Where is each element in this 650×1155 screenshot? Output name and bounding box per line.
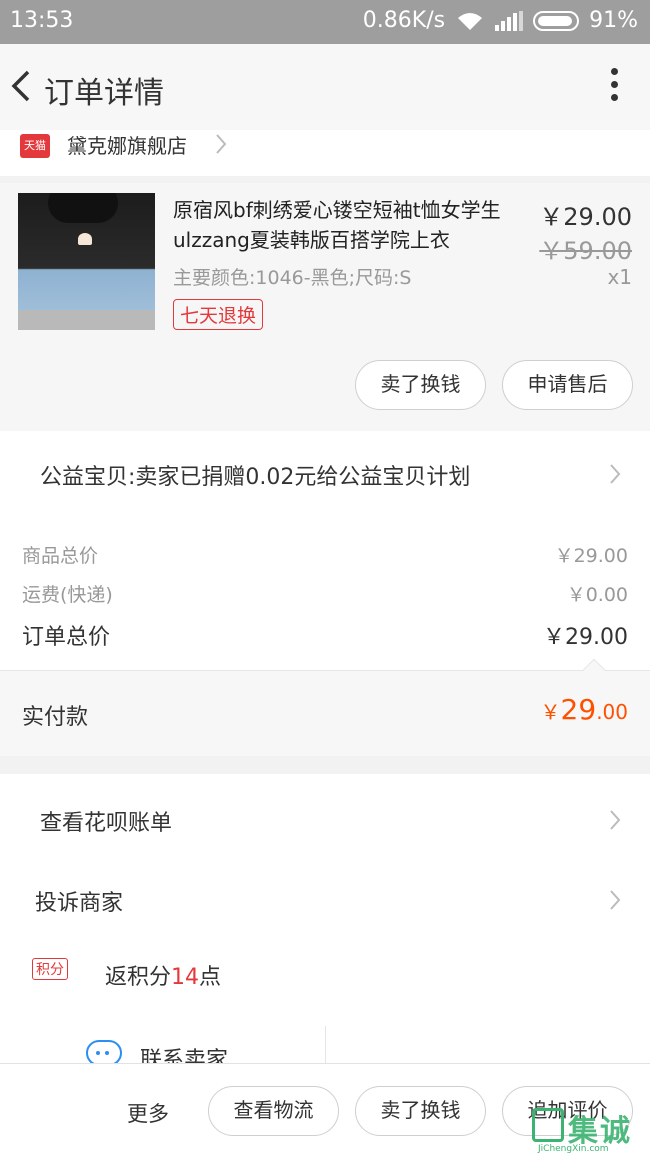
- complain-seller-item[interactable]: 投诉商家: [0, 858, 650, 938]
- network-speed: 0.86K/s: [362, 8, 446, 33]
- chevron-right-icon: [610, 890, 621, 910]
- original-price: ￥59.00: [539, 237, 632, 265]
- tmall-badge: 天猫: [20, 134, 50, 158]
- goods-total-value: ￥29.00: [554, 545, 628, 567]
- huabei-bill-item[interactable]: 查看花呗账单: [0, 778, 650, 858]
- sell-for-cash-bottom-button[interactable]: 卖了换钱: [355, 1086, 486, 1136]
- shipping-row: 运费(快递) ￥0.00: [22, 580, 628, 607]
- order-total-value: ￥29.00: [543, 625, 628, 650]
- battery-icon: [533, 10, 580, 31]
- status-time: 13:53: [10, 8, 74, 33]
- order-total-label: 订单总价: [22, 625, 111, 650]
- shipping-label: 运费(快递): [22, 584, 113, 606]
- chevron-right-icon: [610, 464, 621, 484]
- watermark: 集诚信 JiChengXin.com: [532, 1106, 650, 1155]
- order-total-row: 订单总价 ￥29.00: [22, 619, 628, 651]
- product-price: ￥29.00: [539, 203, 632, 231]
- charity-row[interactable]: 公益宝贝:卖家已捐赠0.02元给公益宝贝计划: [0, 431, 650, 515]
- product-thumbnail[interactable]: [18, 193, 155, 330]
- shop-name: 黛克娜旗舰店: [67, 134, 187, 158]
- back-arrow-icon[interactable]: [6, 64, 38, 108]
- watermark-logo-icon: [532, 1108, 564, 1142]
- status-bar: 13:53 0.86K/s 91%: [0, 0, 650, 44]
- shop-row[interactable]: 天猫 黛克娜旗舰店: [0, 130, 650, 176]
- goods-total-label: 商品总价: [22, 545, 99, 567]
- after-sales-button[interactable]: 申请售后: [502, 360, 633, 410]
- chevron-right-icon: [610, 810, 621, 830]
- goods-total-row: 商品总价 ￥29.00: [22, 541, 628, 568]
- actual-payment-row: 实付款 ￥29.00: [0, 658, 650, 756]
- battery-level: 91%: [589, 8, 638, 33]
- actual-payment-label: 实付款: [22, 705, 89, 730]
- points-text: 返积分14点: [105, 965, 222, 990]
- product-card[interactable]: 原宿风bf刺绣爱心镂空短袖t恤女学生ulzzang夏装韩版百搭学院上衣 主要颜色…: [0, 183, 650, 431]
- page-title: 订单详情: [44, 76, 164, 111]
- cost-summary: 商品总价 ￥29.00 运费(快递) ￥0.00 订单总价 ￥29.00: [0, 515, 650, 670]
- signal-icon: [495, 10, 524, 31]
- status-right: 0.86K/s 91%: [363, 8, 638, 33]
- more-button[interactable]: 更多: [127, 1098, 169, 1128]
- chevron-right-icon: [216, 134, 227, 154]
- charity-text: 公益宝贝:卖家已捐赠0.02元给公益宝贝计划: [40, 465, 471, 490]
- wifi-icon: [458, 12, 483, 30]
- action-menu: 查看花呗账单 投诉商家 积分 返积分14点 联系卖家: [0, 774, 650, 1074]
- shipping-value: ￥0.00: [566, 584, 628, 606]
- product-title: 原宿风bf刺绣爱心镂空短袖t恤女学生ulzzang夏装韩版百搭学院上衣: [173, 198, 501, 252]
- points-reward-item: 积分 返积分14点: [0, 944, 650, 1024]
- sell-for-cash-button[interactable]: 卖了换钱: [355, 360, 486, 410]
- view-logistics-button[interactable]: 查看物流: [208, 1086, 339, 1136]
- nav-bar: 订单详情: [0, 44, 650, 130]
- product-spec: 主要颜色:1046-黑色;尺码:S: [173, 267, 412, 289]
- watermark-url: JiChengXin.com: [538, 1144, 609, 1154]
- more-options-icon[interactable]: [608, 68, 620, 108]
- huabei-bill-label: 查看花呗账单: [40, 811, 173, 836]
- complain-seller-label: 投诉商家: [35, 891, 124, 916]
- points-badge: 积分: [32, 958, 68, 980]
- return-policy-tag: 七天退换: [173, 299, 264, 330]
- product-quantity: x1: [607, 265, 632, 289]
- actual-payment-amount: ￥29.00: [540, 693, 628, 726]
